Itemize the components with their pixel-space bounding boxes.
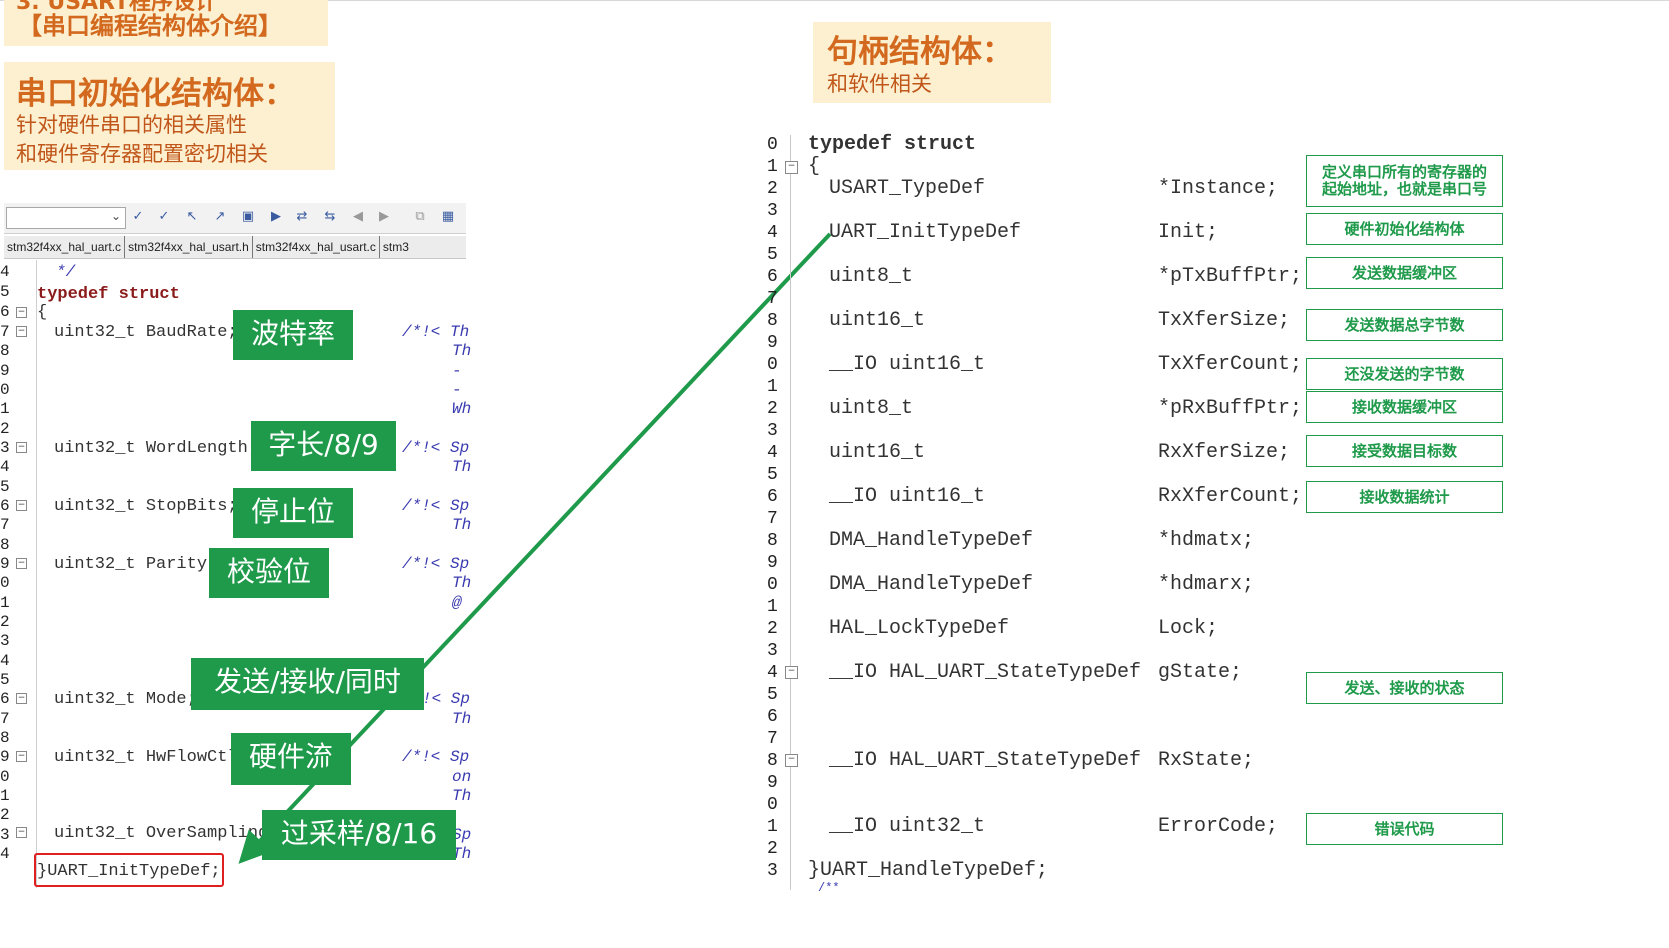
handle-closing: }UART_HandleTypeDef; [808,859,1049,882]
fold-toggle[interactable]: − [785,161,798,174]
note-txcount: 还没发送的字节数 [1306,358,1503,390]
field-name: RxXferCount; [1158,485,1303,508]
handle-trailing-comment: /** [818,881,840,895]
field-name: Lock; [1158,617,1219,640]
handle-typedef: typedef struct [808,133,977,156]
field-name: gState; [1158,661,1243,684]
field-type: __IO HAL_UART_StateTypeDef [829,749,1142,772]
note-rxsize: 接受数据目标数 [1306,435,1503,467]
field-name: RxState; [1158,749,1255,772]
field-type: __IO uint32_t [829,815,986,838]
field-name: TxXferSize; [1158,309,1291,332]
line-number: 2 [767,179,778,199]
line-number: 0 [767,135,778,155]
line-number: 1 [767,597,778,617]
field-type: HAL_LockTypeDef [829,617,1010,640]
line-number: 3 [767,421,778,441]
line-number: 9 [767,553,778,573]
line-number: 2 [767,839,778,859]
note-rxcount: 接收数据统计 [1306,481,1503,513]
line-number: 8 [767,311,778,331]
line-number: 3 [767,201,778,221]
line-number: 5 [767,465,778,485]
note-txsize: 发送数据总字节数 [1306,309,1503,341]
field-name: ErrorCode; [1158,815,1279,838]
line-number: 6 [767,267,778,287]
line-number: 8 [767,751,778,771]
field-type: DMA_HandleTypeDef [829,573,1034,596]
line-number: 9 [767,333,778,353]
field-type: uint8_t [829,397,914,420]
line-number: 7 [767,729,778,749]
field-type: __IO HAL_UART_StateTypeDef [829,661,1142,684]
note-prx: 接收数据缓冲区 [1306,391,1503,423]
field-name: *hdmarx; [1158,573,1255,596]
field-type: USART_TypeDef [829,177,986,200]
field-name: *pTxBuffPtr; [1158,265,1303,288]
fold-toggle[interactable]: − [785,754,798,767]
note-ptx: 发送数据缓冲区 [1306,257,1503,289]
note-instance: 定义串口所有的寄存器的 起始地址，也就是串口号 [1306,155,1503,207]
right-fold-margin [790,135,791,890]
note-state: 发送、接收的状态 [1306,672,1503,704]
note-error: 错误代码 [1306,813,1503,845]
field-type: uint8_t [829,265,914,288]
line-number: 0 [767,575,778,595]
line-number: 4 [767,223,778,243]
line-number: 2 [767,619,778,639]
field-type: uint16_t [829,441,926,464]
line-number: 1 [767,157,778,177]
line-number: 6 [767,487,778,507]
line-number: 3 [767,861,778,881]
note-init: 硬件初始化结构体 [1306,213,1503,245]
field-name: *hdmatx; [1158,529,1255,552]
fold-toggle[interactable]: − [785,666,798,679]
line-number: 1 [767,377,778,397]
field-name: *Instance; [1158,177,1279,200]
field-type: uint16_t [829,309,926,332]
field-name: Init; [1158,221,1219,244]
field-name: RxXferSize; [1158,441,1291,464]
line-number: 9 [767,773,778,793]
line-number: 2 [767,399,778,419]
line-number: 8 [767,531,778,551]
line-number: 3 [767,641,778,661]
line-number: 7 [767,289,778,309]
line-number: 1 [767,817,778,837]
line-number: 6 [767,707,778,727]
field-type: DMA_HandleTypeDef [829,529,1034,552]
field-type: __IO uint16_t [829,353,986,376]
line-number: 5 [767,685,778,705]
line-number: 5 [767,245,778,265]
line-number: 4 [767,443,778,463]
handle-brace-open: { [808,155,821,178]
line-number: 4 [767,663,778,683]
note-instance-line1: 定义串口所有的寄存器的 [1321,163,1487,181]
field-type: __IO uint16_t [829,485,986,508]
field-name: TxXferCount; [1158,353,1303,376]
line-number: 0 [767,795,778,815]
field-type: UART_InitTypeDef [829,221,1022,244]
field-name: *pRxBuffPtr; [1158,397,1303,420]
note-instance-line2: 起始地址，也就是串口号 [1321,180,1487,198]
line-number: 7 [767,509,778,529]
line-number: 0 [767,355,778,375]
